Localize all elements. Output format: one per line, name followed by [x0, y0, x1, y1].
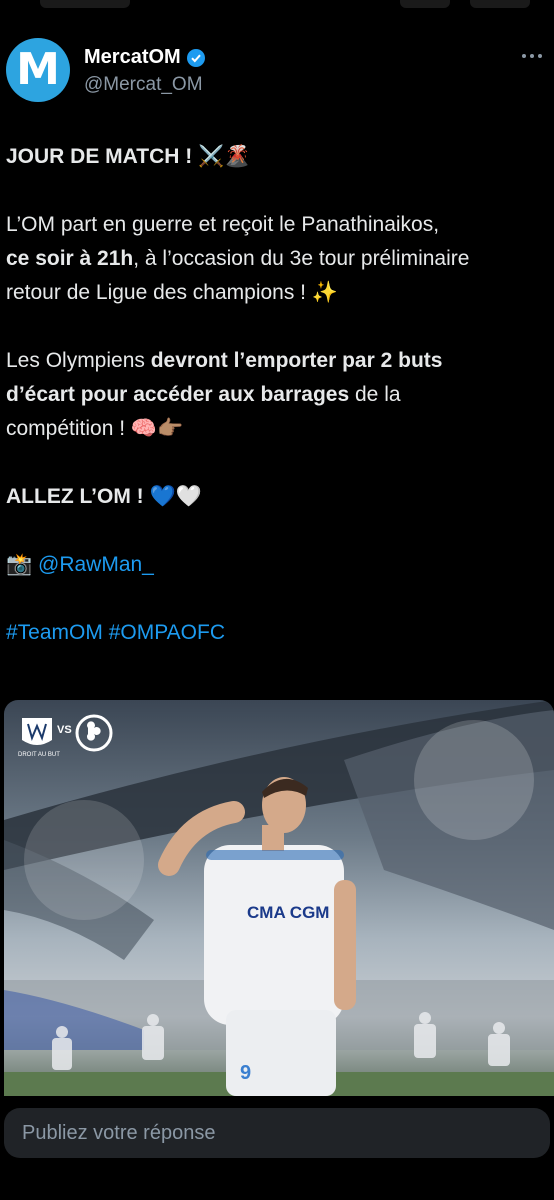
- avatar[interactable]: M: [6, 38, 70, 102]
- club-motto: DROIT AU BUT: [18, 752, 60, 758]
- tweet-line: ce soir à 21h, à l’occasion du 3e tour p…: [6, 242, 550, 276]
- tweet-cheer: ALLEZ L’OM ! 💙🤍: [6, 485, 202, 508]
- om-crest-icon: [22, 718, 52, 745]
- hashtags-link[interactable]: #TeamOM #OMPAOFC: [6, 616, 550, 650]
- status-battery-fragment: [470, 0, 530, 8]
- tweet-line: d’écart pour accéder aux barrages de la: [6, 378, 550, 412]
- tweet-bold-text: d’écart pour accéder aux barrages: [6, 383, 350, 406]
- status-signal-fragment: [400, 0, 450, 8]
- tweet-line: compétition ! 🧠👉🏽: [6, 417, 184, 440]
- tweet-bold-text: devront l’emporter par 2 buts: [150, 349, 443, 372]
- tweet-text-span: de la: [349, 383, 401, 406]
- tweet-bold-text: ce soir à 21h: [6, 247, 134, 270]
- status-bar: [0, 0, 554, 22]
- tweet-title: JOUR DE MATCH ! ⚔️🌋: [6, 145, 251, 168]
- shorts-number: 9: [240, 1062, 252, 1084]
- tweet-text-span: , à l’occasion du 3e tour préliminaire: [133, 247, 470, 270]
- tweet-line: L’OM part en guerre et reçoit le Panathi…: [6, 213, 440, 236]
- verified-badge-icon: [186, 48, 205, 67]
- photo-credit: 📸 @RawMan_: [6, 548, 550, 582]
- tweet-media-image[interactable]: VS DROIT AU BUT CMA CGM 9: [4, 700, 554, 1096]
- mention-link[interactable]: @RawMan_: [38, 553, 154, 576]
- avatar-letter: M: [16, 44, 60, 95]
- handle[interactable]: @Mercat_OM: [84, 74, 203, 96]
- reply-input[interactable]: [4, 1120, 544, 1146]
- display-name-text: MercatOM: [84, 46, 181, 68]
- tweet-header: M MercatOM @Mercat_OM: [0, 30, 554, 110]
- more-options-icon[interactable]: [522, 54, 542, 58]
- tweet-line: Les Olympiens devront l’emporter par 2 b…: [6, 344, 550, 378]
- panathinaikos-crest-icon: [75, 714, 113, 752]
- jersey-sponsor: CMA CGM: [247, 903, 330, 922]
- camera-icon: 📸: [6, 553, 33, 576]
- vs-label: VS: [57, 724, 72, 736]
- display-name[interactable]: MercatOM: [84, 46, 205, 69]
- tweet-text-span: Les Olympiens: [6, 349, 151, 372]
- status-time-fragment: [40, 0, 130, 8]
- tweet-line: retour de Ligue des champions ! ✨: [6, 281, 339, 304]
- reply-composer[interactable]: [4, 1108, 550, 1158]
- tweet-text: JOUR DE MATCH ! ⚔️🌋 L’OM part en guerre …: [6, 140, 550, 650]
- match-poster-illustration: [4, 700, 554, 1096]
